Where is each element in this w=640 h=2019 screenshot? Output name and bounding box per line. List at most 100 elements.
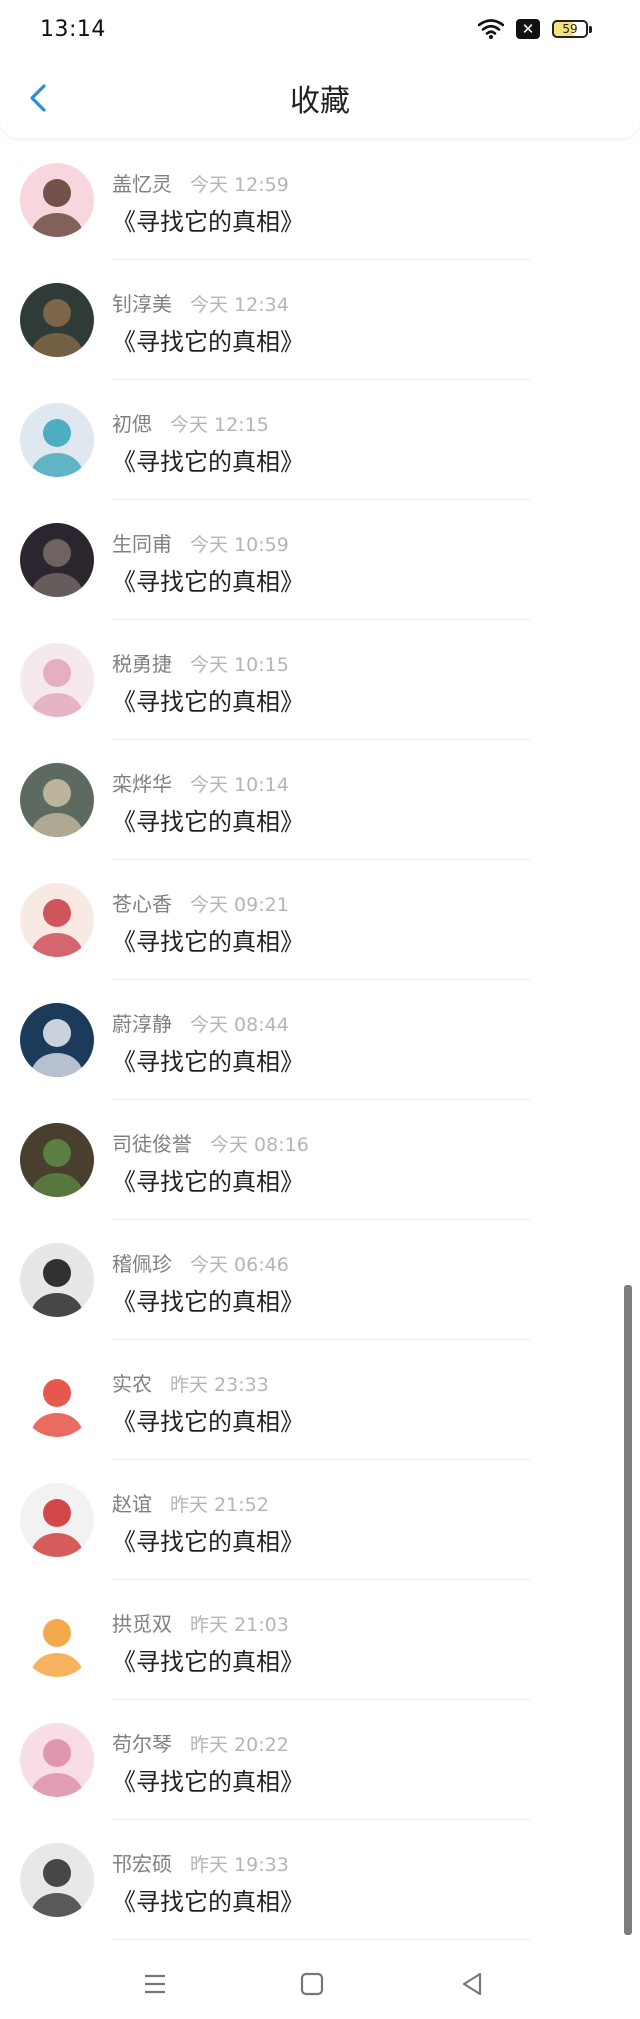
favorite-title[interactable]: 《寻找它的真相》 — [112, 1522, 304, 1557]
favorite-title[interactable]: 《寻找它的真相》 — [112, 1642, 304, 1677]
avatar[interactable] — [20, 1603, 94, 1677]
avatar-image — [20, 163, 94, 237]
list-item[interactable]: 苍心香 今天 09:21 《寻找它的真相》 — [0, 860, 640, 980]
favorite-title[interactable]: 《寻找它的真相》 — [112, 1762, 304, 1797]
avatar-image — [20, 1363, 94, 1437]
list-item[interactable]: 实农 昨天 23:33 《寻找它的真相》 — [0, 1340, 640, 1460]
favorite-title[interactable]: 《寻找它的真相》 — [112, 322, 304, 357]
favorite-title[interactable]: 《寻找它的真相》 — [112, 1042, 304, 1077]
user-name[interactable]: 邗宏硕 — [112, 1848, 172, 1877]
favorite-title[interactable]: 《寻找它的真相》 — [112, 922, 304, 957]
timestamp: 今天 06:46 — [190, 1254, 289, 1276]
favorite-title[interactable]: 《寻找它的真相》 — [112, 202, 304, 237]
timestamp: 今天 10:15 — [190, 654, 289, 676]
user-name[interactable]: 苍心香 — [112, 888, 172, 917]
timestamp: 昨天 23:33 — [170, 1374, 269, 1396]
item-meta: 生同甫 今天 10:59 — [112, 528, 289, 557]
list-item[interactable]: 盖忆灵 今天 12:59 《寻找它的真相》 — [0, 140, 640, 260]
timestamp: 昨天 20:22 — [190, 1734, 289, 1756]
list-item[interactable]: 钊淳美 今天 12:34 《寻找它的真相》 — [0, 260, 640, 380]
timestamp: 昨天 21:03 — [190, 1614, 289, 1636]
avatar[interactable] — [20, 1723, 94, 1797]
timestamp: 今天 10:59 — [190, 534, 289, 556]
avatar[interactable] — [20, 163, 94, 237]
home-square-icon — [300, 1972, 324, 1996]
list-item[interactable]: 司徒俊誉 今天 08:16 《寻找它的真相》 — [0, 1100, 640, 1220]
list-item[interactable]: 拱觅双 昨天 21:03 《寻找它的真相》 — [0, 1580, 640, 1700]
user-name[interactable]: 拱觅双 — [112, 1608, 172, 1637]
list-item[interactable]: 栾烨华 今天 10:14 《寻找它的真相》 — [0, 740, 640, 860]
timestamp: 今天 09:21 — [190, 894, 289, 916]
favorite-title[interactable]: 《寻找它的真相》 — [112, 1882, 304, 1917]
user-name[interactable]: 钊淳美 — [112, 288, 172, 317]
avatar[interactable] — [20, 523, 94, 597]
user-name[interactable]: 盖忆灵 — [112, 168, 172, 197]
scrollbar[interactable] — [624, 1285, 632, 1935]
battery-level: 59 — [562, 22, 578, 36]
favorite-title[interactable]: 《寻找它的真相》 — [112, 1282, 304, 1317]
avatar[interactable] — [20, 883, 94, 957]
list-item[interactable]: 赵谊 昨天 21:52 《寻找它的真相》 — [0, 1460, 640, 1580]
avatar-image — [20, 1243, 94, 1317]
favorite-title[interactable]: 《寻找它的真相》 — [112, 442, 304, 477]
avatar-image — [20, 883, 94, 957]
timestamp: 今天 12:59 — [190, 174, 289, 196]
item-meta: 实农 昨天 23:33 — [112, 1368, 269, 1397]
avatar-image — [20, 523, 94, 597]
user-name[interactable]: 稽佩珍 — [112, 1248, 172, 1277]
avatar[interactable] — [20, 1843, 94, 1917]
user-name[interactable]: 生同甫 — [112, 528, 172, 557]
user-name[interactable]: 栾烨华 — [112, 768, 172, 797]
timestamp: 昨天 19:33 — [190, 1854, 289, 1876]
status-time: 13:14 — [40, 16, 106, 42]
avatar-image — [20, 1843, 94, 1917]
user-name[interactable]: 赵谊 — [112, 1488, 152, 1517]
user-name[interactable]: 税勇捷 — [112, 648, 172, 677]
list-item[interactable]: 蔚淳静 今天 08:44 《寻找它的真相》 — [0, 980, 640, 1100]
user-name[interactable]: 初偲 — [112, 408, 152, 437]
avatar-image — [20, 283, 94, 357]
header: 收藏 — [0, 58, 640, 138]
avatar-image — [20, 643, 94, 717]
item-meta: 栾烨华 今天 10:14 — [112, 768, 289, 797]
item-meta: 苍心香 今天 09:21 — [112, 888, 289, 917]
user-name[interactable]: 实农 — [112, 1368, 152, 1397]
divider — [112, 1939, 530, 1940]
user-name[interactable]: 苟尔琴 — [112, 1728, 172, 1757]
avatar[interactable] — [20, 1123, 94, 1197]
list-item[interactable]: 稽佩珍 今天 06:46 《寻找它的真相》 — [0, 1220, 640, 1340]
avatar-image — [20, 763, 94, 837]
item-meta: 稽佩珍 今天 06:46 — [112, 1248, 289, 1277]
avatar-image — [20, 1483, 94, 1557]
avatar[interactable] — [20, 643, 94, 717]
list-item[interactable]: 邗宏硕 昨天 19:33 《寻找它的真相》 — [0, 1820, 640, 1940]
list-item[interactable]: 初偲 今天 12:15 《寻找它的真相》 — [0, 380, 640, 500]
nav-back-button[interactable] — [455, 1967, 489, 2001]
item-meta: 邗宏硕 昨天 19:33 — [112, 1848, 289, 1877]
avatar-image — [20, 1003, 94, 1077]
favorite-title[interactable]: 《寻找它的真相》 — [112, 1402, 304, 1437]
user-name[interactable]: 蔚淳静 — [112, 1008, 172, 1037]
wifi-icon — [478, 19, 504, 39]
list-item[interactable]: 生同甫 今天 10:59 《寻找它的真相》 — [0, 500, 640, 620]
avatar[interactable] — [20, 403, 94, 477]
timestamp: 今天 12:15 — [170, 414, 269, 436]
item-meta: 税勇捷 今天 10:15 — [112, 648, 289, 677]
avatar[interactable] — [20, 283, 94, 357]
avatar[interactable] — [20, 1003, 94, 1077]
item-meta: 司徒俊誉 今天 08:16 — [112, 1128, 309, 1157]
user-name[interactable]: 司徒俊誉 — [112, 1128, 192, 1157]
favorite-title[interactable]: 《寻找它的真相》 — [112, 802, 304, 837]
list-item[interactable]: 税勇捷 今天 10:15 《寻找它的真相》 — [0, 620, 640, 740]
favorite-title[interactable]: 《寻找它的真相》 — [112, 1162, 304, 1197]
nav-home-button[interactable] — [295, 1967, 329, 2001]
favorite-title[interactable]: 《寻找它的真相》 — [112, 682, 304, 717]
avatar[interactable] — [20, 763, 94, 837]
favorite-title[interactable]: 《寻找它的真相》 — [112, 562, 304, 597]
avatar[interactable] — [20, 1363, 94, 1437]
system-nav-bar — [0, 1947, 640, 2019]
avatar[interactable] — [20, 1243, 94, 1317]
avatar[interactable] — [20, 1483, 94, 1557]
list-item[interactable]: 苟尔琴 昨天 20:22 《寻找它的真相》 — [0, 1700, 640, 1820]
nav-menu-button[interactable] — [138, 1967, 172, 2001]
